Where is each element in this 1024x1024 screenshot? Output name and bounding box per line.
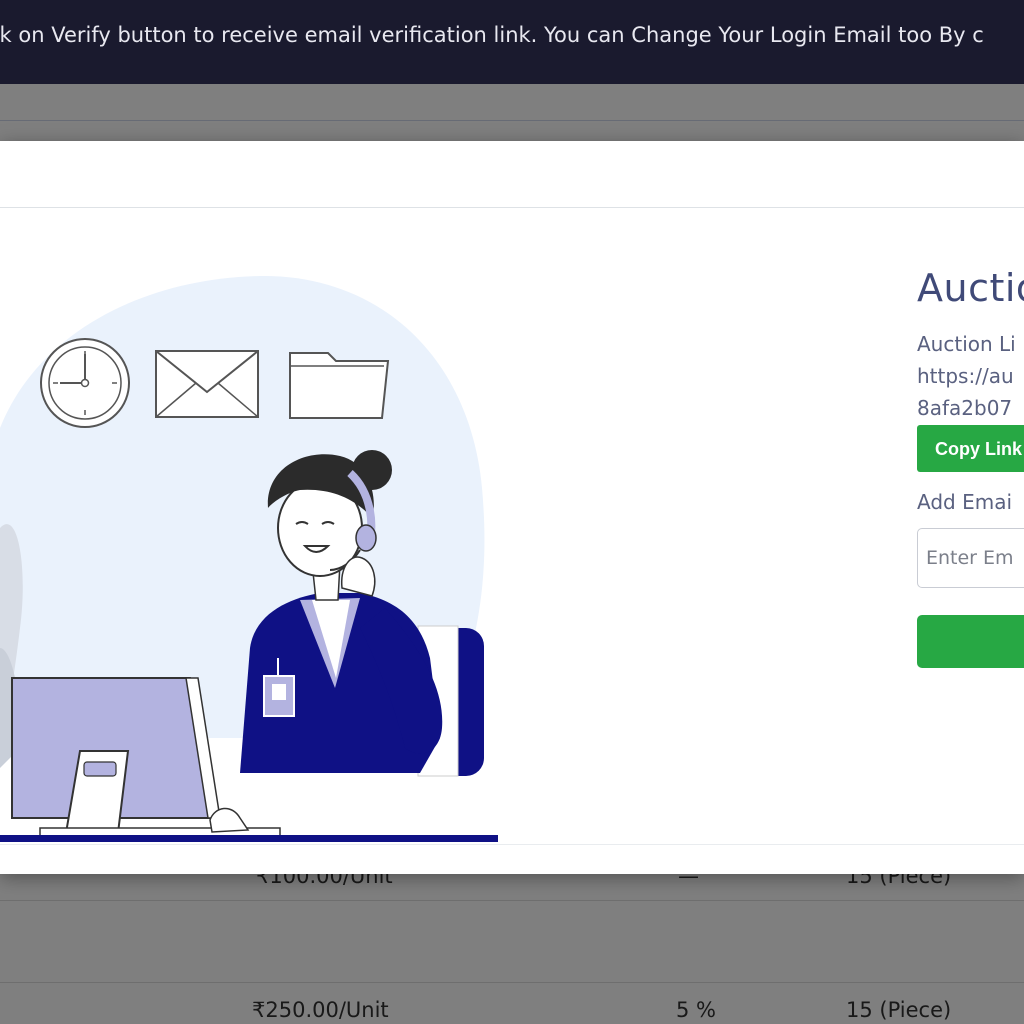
modal-title: Auctio	[917, 266, 1024, 310]
copy-link-button[interactable]: Copy Link	[917, 425, 1024, 472]
page: ₹100.00/Unit — 15 (Piece) ₹250.00/Unit 5…	[0, 0, 1024, 1024]
support-agent-illustration	[0, 275, 498, 842]
folder-icon	[289, 352, 390, 419]
clock-icon	[40, 338, 130, 428]
add-email-label: Add Emai	[917, 490, 1013, 514]
monitor	[11, 677, 221, 834]
desk	[0, 835, 498, 842]
modal-footer-divider	[0, 844, 1024, 845]
auction-link-url-continued[interactable]: 8afa2b07	[917, 396, 1012, 420]
envelope-icon	[155, 350, 259, 418]
email-verification-banner: ck on Verify button to receive email ver…	[0, 0, 1024, 84]
auction-link-panel: Auctio Auction Li https://au 8afa2b07 Co…	[917, 208, 1024, 844]
submit-email-button[interactable]	[917, 615, 1024, 668]
auction-modal: Auctio Auction Li https://au 8afa2b07 Co…	[0, 141, 1024, 874]
auction-link-label: Auction Li	[917, 332, 1016, 356]
auction-link-url[interactable]: https://au	[917, 364, 1014, 388]
modal-header	[0, 141, 1024, 208]
modal-body: Auctio Auction Li https://au 8afa2b07 Co…	[0, 208, 1024, 844]
email-input[interactable]	[917, 528, 1024, 588]
banner-text: ck on Verify button to receive email ver…	[0, 23, 984, 47]
